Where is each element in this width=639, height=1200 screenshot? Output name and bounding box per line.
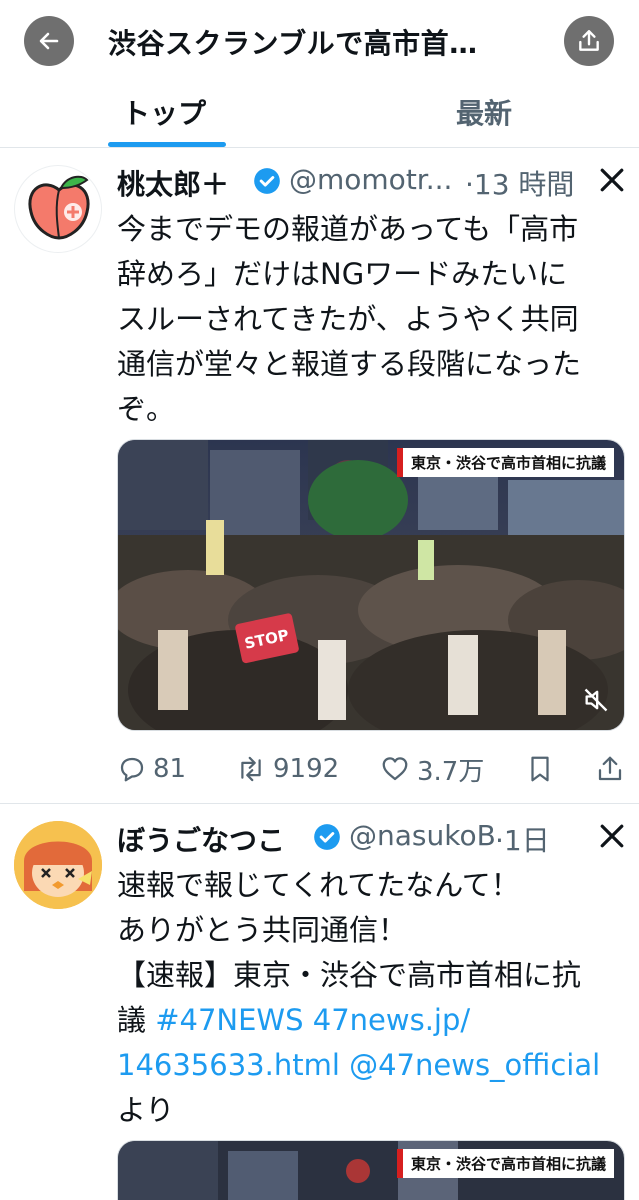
verified-badge-icon <box>314 824 340 850</box>
heart-icon <box>382 757 408 781</box>
tweet-header: 桃太郎＋ @momotr... ·13 時間 <box>117 163 627 203</box>
tab-top[interactable]: トップ <box>122 92 206 132</box>
mention-link[interactable]: @47news_official <box>349 1048 600 1082</box>
handle[interactable]: @nasukoB <box>349 819 496 852</box>
reply-count: 81 <box>153 754 187 784</box>
hashtag-link[interactable]: #47NEWS <box>155 1003 303 1037</box>
display-name[interactable]: 桃太郎＋ <box>117 163 229 203</box>
bookmark-icon <box>531 756 549 782</box>
text-line: 通信が堂々と報道する段階になった <box>117 347 582 381</box>
url-link-continued[interactable]: 14635633.html <box>117 1048 340 1082</box>
active-tab-indicator <box>108 142 226 147</box>
like-count: 3.7万 <box>417 756 485 787</box>
text-fragment: 議 <box>117 1003 156 1037</box>
repost-button[interactable]: 9192 <box>235 749 339 789</box>
text-line: ありがとう共同通信！ <box>117 913 408 947</box>
text-line: 議 #47NEWS 47news.jp/ <box>117 998 627 1043</box>
illustrated-avatar-icon <box>14 821 102 909</box>
page-title: 渋谷スクランブルで高市首… <box>108 27 478 60</box>
text-line: 14635633.html @47news_official <box>117 1043 627 1088</box>
tweet-actions: 81 9192 3.7万 <box>117 749 627 789</box>
bookmark-button[interactable] <box>525 749 561 789</box>
repost-count: 9192 <box>273 754 340 784</box>
timestamp[interactable]: ·13 時間 <box>465 163 574 203</box>
url-link[interactable]: 47news.jp/ <box>313 1003 470 1037</box>
video-media[interactable]: 東京・渋谷で高市首相に抗議 <box>117 1140 625 1200</box>
avatar[interactable] <box>14 821 102 909</box>
arrow-left-icon <box>39 32 59 50</box>
share-post-button[interactable] <box>595 749 631 789</box>
tweet-text: 今までデモの報道があっても「高市 辞めろ」だけはNGワードみたいに スルーされて… <box>117 207 627 432</box>
top-bar: 渋谷スクランブルで高市首… <box>0 0 639 78</box>
reply-icon <box>120 757 144 782</box>
reply-button[interactable]: 81 <box>117 749 186 789</box>
x-logo-icon <box>600 168 624 192</box>
display-name[interactable]: ぼうごなつこ <box>117 819 285 859</box>
text-line: 今までデモの報道があっても「高市 <box>117 212 579 246</box>
x-logo-icon <box>600 824 624 848</box>
news-banner: 東京・渋谷で高市首相に抗議 <box>396 1149 614 1178</box>
text-line: 辞めろ」だけはNGワードみたいに <box>117 257 568 291</box>
text-line: スルーされてきたが、ようやく共同 <box>117 302 579 336</box>
news-banner: 東京・渋谷で高市首相に抗議 <box>396 448 614 477</box>
text-line: 速報で報じてくれてたなんて！ <box>117 868 520 902</box>
text-line: 【速報】東京・渋谷で高市首相に抗 <box>117 958 582 992</box>
text-line: ぞ。 <box>117 392 176 426</box>
verified-badge-icon <box>254 168 280 194</box>
tweet-card[interactable]: 桃太郎＋ @momotr... ·13 時間 今までデモの報道があっても「高市 … <box>0 149 639 804</box>
back-button[interactable] <box>24 16 74 66</box>
repost-icon <box>241 756 261 782</box>
tab-latest[interactable]: 最新 <box>456 92 512 132</box>
share-icon <box>579 30 599 51</box>
like-button[interactable]: 3.7万 <box>379 749 484 789</box>
search-tabs: トップ 最新 <box>0 78 639 148</box>
tweet-header: ぼうごなつこ @nasukoB ·1日 <box>117 819 627 859</box>
share-icon <box>598 756 622 781</box>
video-media[interactable]: STOP 東京・渋谷で高市首相に抗議 <box>117 439 625 731</box>
timestamp[interactable]: ·1日 <box>495 819 550 859</box>
share-button[interactable] <box>564 16 614 66</box>
tweet-card[interactable]: ぼうごなつこ @nasukoB ·1日 速報で報じてくれてたなんて！ ありがとう… <box>0 805 639 1200</box>
text-line: より <box>117 1093 175 1127</box>
peach-avatar-icon <box>28 175 90 240</box>
crowd-photo: STOP <box>118 440 624 730</box>
tweet-text: 速報で報じてくれてたなんて！ ありがとう共同通信！ 【速報】東京・渋谷で高市首相… <box>117 863 627 1133</box>
mute-icon[interactable] <box>582 686 610 714</box>
avatar[interactable] <box>14 165 102 253</box>
handle[interactable]: @momotr... <box>289 163 452 196</box>
